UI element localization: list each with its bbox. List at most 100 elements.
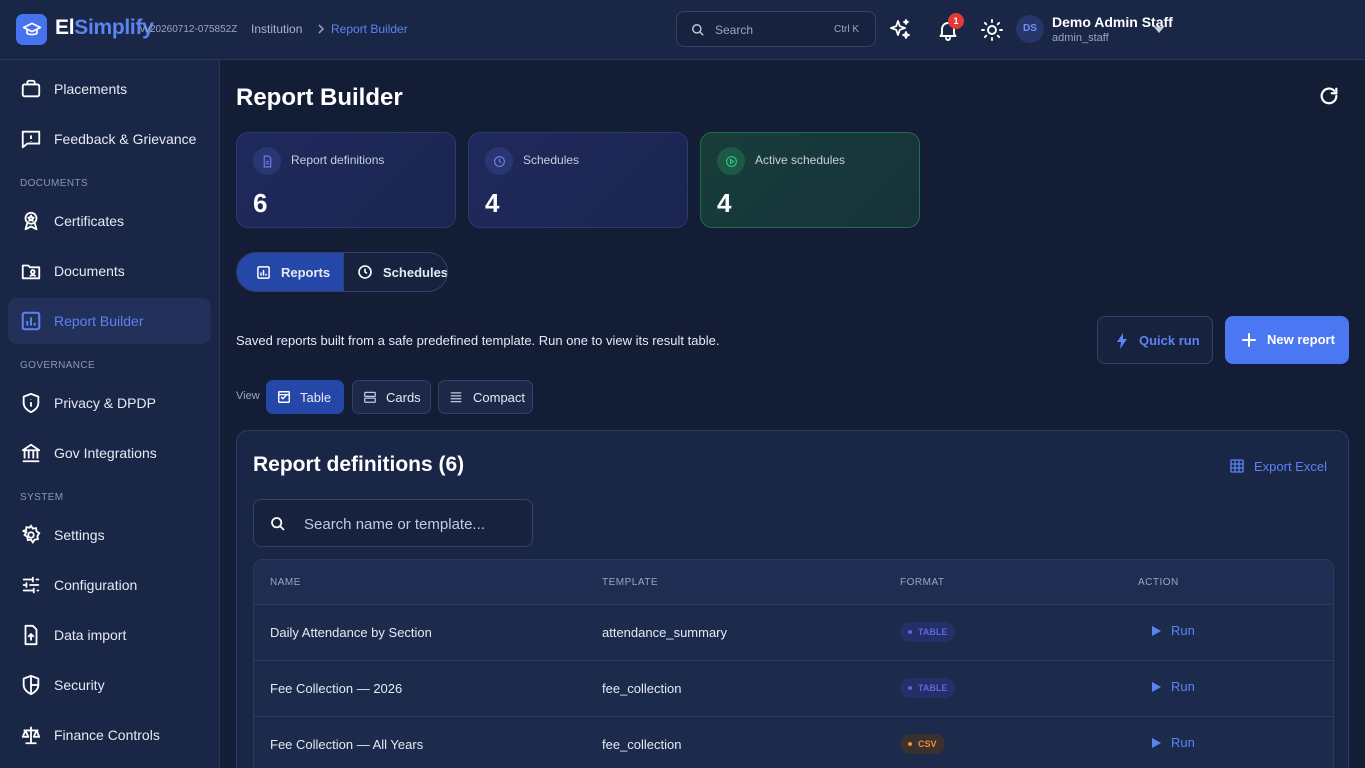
stat-label: Active schedules [755, 153, 846, 167]
run-label: Run [1171, 623, 1195, 638]
stat-label: Report definitions [291, 153, 385, 167]
sidebar-item-placements[interactable]: Placements [8, 66, 211, 112]
sidebar-item-label: Finance Controls [54, 727, 160, 743]
sidebar-item-report-builder[interactable]: Report Builder [8, 298, 211, 344]
sidebar: Placements Feedback & Grievance DOCUMENT… [0, 60, 220, 768]
quick-run-button[interactable]: Quick run [1097, 316, 1213, 364]
sparkle-icon[interactable] [888, 18, 912, 42]
bar-chart-icon [257, 265, 270, 279]
new-report-button[interactable]: New report [1225, 316, 1349, 364]
section-documents: DOCUMENTS [20, 178, 89, 189]
sidebar-item-label: Report Builder [54, 313, 144, 329]
sidebar-item-label: Settings [54, 527, 105, 543]
view-label-text: Compact [473, 390, 526, 405]
search-placeholder: Search [715, 23, 754, 37]
scale-icon [21, 726, 41, 745]
run-button[interactable]: Run [1152, 623, 1195, 638]
avatar[interactable]: DS [1016, 15, 1044, 43]
award-icon [24, 211, 38, 231]
app-version: vv20260712-075852Z [140, 24, 238, 35]
report-template: attendance_summary [602, 625, 728, 640]
view-label-text: Table [300, 390, 332, 405]
bank-icon [21, 443, 41, 463]
play-icon [1152, 737, 1161, 748]
breadcrumb-report-builder: Report Builder [331, 22, 408, 36]
table-search [253, 499, 533, 547]
sidebar-item-label: Configuration [54, 577, 138, 593]
cards-icon [364, 391, 376, 403]
brand-name[interactable]: ElSimplify [55, 16, 154, 40]
briefcase-icon [21, 79, 41, 98]
caret-down-icon[interactable] [1153, 26, 1165, 34]
table-search-input[interactable] [304, 513, 524, 535]
stat-schedules: Schedules 4 [468, 132, 688, 228]
stat-report-definitions: Report definitions 6 [236, 132, 456, 228]
tab-label: Schedules [383, 264, 448, 280]
run-button[interactable]: Run [1152, 735, 1195, 750]
shield-icon [22, 674, 40, 696]
refresh-icon[interactable] [1318, 85, 1340, 107]
search-icon [271, 517, 285, 531]
file-upload-icon [24, 624, 38, 646]
sidebar-item-configuration[interactable]: Configuration [8, 562, 211, 608]
shield-info-icon [22, 392, 40, 414]
list-icon [450, 392, 462, 403]
new-report-label: New report [1267, 332, 1335, 347]
breadcrumb-institution[interactable]: Institution [251, 22, 302, 36]
tab-schedules[interactable]: Schedules [343, 253, 448, 291]
play-icon [1152, 681, 1161, 692]
report-definitions-panel: Report definitions (6) Export Excel NAME… [236, 430, 1349, 768]
sidebar-item-finance-controls[interactable]: Finance Controls [8, 712, 211, 758]
sidebar-item-label: Data import [54, 627, 127, 643]
reports-table: NAME TEMPLATE FORMAT ACTION Daily Attend… [253, 559, 1334, 768]
search-shortcut: Ctrl K [834, 24, 859, 35]
clock-icon [485, 147, 513, 175]
tab-reports[interactable]: Reports [237, 253, 343, 291]
sidebar-item-privacy[interactable]: Privacy & DPDP [8, 380, 211, 426]
checklist-icon [278, 391, 290, 403]
column-header-name[interactable]: NAME [270, 577, 301, 588]
sun-icon[interactable] [980, 18, 1004, 42]
export-excel-button[interactable]: Export Excel [1229, 458, 1327, 474]
view-label-text: Cards [386, 390, 421, 405]
column-header-action: ACTION [1138, 577, 1179, 588]
logo-icon[interactable] [16, 14, 47, 45]
view-table-button[interactable]: Table [266, 380, 344, 414]
sidebar-item-documents[interactable]: Documents [8, 248, 211, 294]
sidebar-item-certificates[interactable]: Certificates [8, 198, 211, 244]
page-description: Saved reports built from a safe predefin… [236, 333, 720, 348]
run-button[interactable]: Run [1152, 679, 1195, 694]
file-icon [253, 147, 281, 175]
clock-icon [358, 265, 372, 279]
report-name: Fee Collection — All Years [270, 737, 424, 752]
top-bar: ElSimplify vv20260712-075852Z Institutio… [0, 0, 1365, 60]
message-alert-icon [21, 130, 41, 149]
sidebar-item-security[interactable]: Security [8, 662, 211, 708]
sidebar-item-label: Security [54, 677, 105, 693]
search-icon [692, 24, 704, 36]
bar-chart-icon [21, 311, 41, 331]
column-header-template[interactable]: TEMPLATE [602, 577, 658, 588]
stat-value: 4 [717, 188, 732, 218]
global-search[interactable]: Search Ctrl K [676, 11, 876, 47]
sidebar-item-feedback[interactable]: Feedback & Grievance [8, 116, 211, 162]
report-name: Daily Attendance by Section [270, 625, 432, 640]
report-name: Fee Collection — 2026 [270, 681, 403, 696]
report-template: fee_collection [602, 681, 682, 696]
sidebar-item-gov-integrations[interactable]: Gov Integrations [8, 430, 211, 476]
view-cards-button[interactable]: Cards [352, 380, 431, 414]
column-header-format[interactable]: FORMAT [900, 577, 944, 588]
gear-icon [22, 524, 41, 544]
table-row[interactable]: Fee Collection — 2026 fee_collection TAB… [254, 661, 1333, 717]
stat-active-schedules: Active schedules 4 [700, 132, 920, 228]
lightning-icon [1117, 333, 1127, 349]
view-compact-button[interactable]: Compact [438, 380, 533, 414]
user-role: admin_staff [1052, 32, 1109, 44]
section-system: SYSTEM [20, 492, 64, 503]
table-row[interactable]: Daily Attendance by Section attendance_s… [254, 605, 1333, 661]
table-row[interactable]: Fee Collection — All Years fee_collectio… [254, 717, 1333, 768]
sidebar-item-label: Privacy & DPDP [54, 395, 156, 411]
chevron-right-icon [316, 22, 326, 36]
sidebar-item-data-import[interactable]: Data import [8, 612, 211, 658]
sidebar-item-settings[interactable]: Settings [8, 512, 211, 558]
